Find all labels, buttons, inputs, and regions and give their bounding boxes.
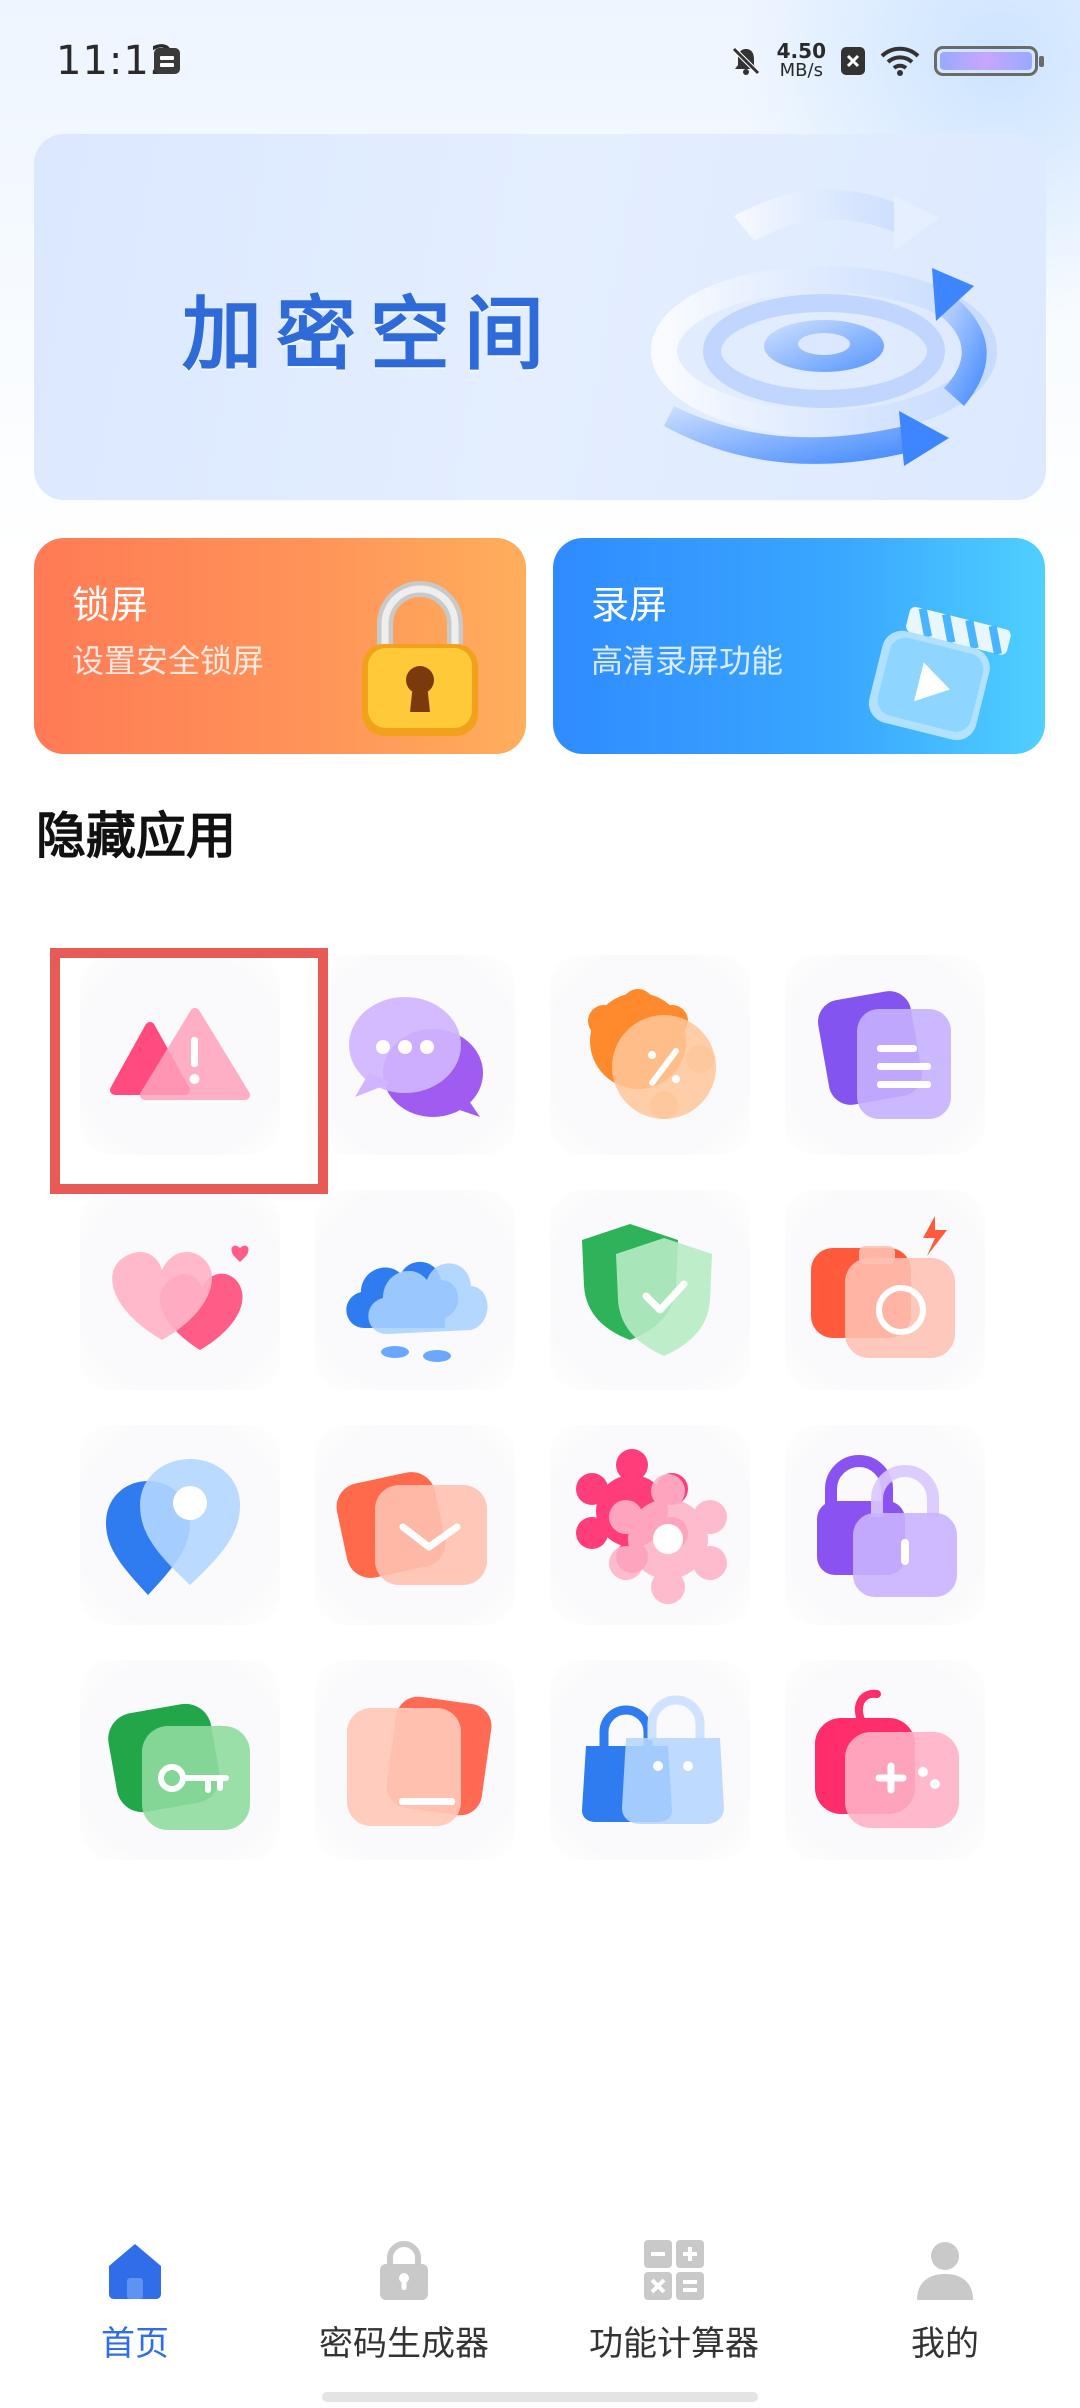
padlock-illustration-icon <box>362 581 478 736</box>
mail-icon <box>336 1472 487 1585</box>
banner-title: 加密空间 <box>182 288 558 381</box>
home-icon <box>109 2244 161 2299</box>
chat-bubble-icon <box>349 997 483 1117</box>
nav-calculator[interactable]: 功能计算器 <box>574 2238 774 2368</box>
app-notes[interactable] <box>785 955 985 1155</box>
shopping-bag-icon <box>582 1695 724 1824</box>
nav-calculator-label: 功能计算器 <box>589 2324 759 2364</box>
app-chat[interactable] <box>315 955 515 1155</box>
app-settings[interactable] <box>550 1425 750 1625</box>
network-speed-unit: MB/s <box>779 60 823 81</box>
bottom-navigation: 首页 密码生成器 功能计算器 我的 <box>0 2218 1080 2408</box>
clapperboard-illustration-icon <box>868 606 1011 741</box>
app-lock[interactable] <box>785 1425 985 1625</box>
encrypted-space-banner[interactable]: 加密空间 <box>34 134 1046 500</box>
hidden-apps-title: 隐藏应用 <box>36 807 236 865</box>
nav-home-label: 首页 <box>101 2324 169 2364</box>
home-indicator[interactable] <box>322 2392 758 2402</box>
location-pin-icon <box>106 1459 240 1595</box>
app-game[interactable] <box>785 1660 985 1860</box>
nav-profile[interactable]: 我的 <box>845 2238 1045 2368</box>
heart-icon <box>112 1245 249 1350</box>
app-location[interactable] <box>80 1425 280 1625</box>
app-camera[interactable] <box>785 1190 985 1390</box>
profile-icon <box>917 2242 973 2300</box>
app-heart[interactable] <box>80 1190 280 1390</box>
wifi-icon <box>880 46 920 76</box>
discount-badge-icon <box>588 989 716 1119</box>
network-speed-value: 4.50 <box>776 39 826 63</box>
app-mail[interactable] <box>315 1425 515 1625</box>
status-bar: 11:12 4.50 MB/s <box>0 0 1080 126</box>
no-sim-icon <box>841 47 865 75</box>
settings-gear-icon <box>576 1449 727 1604</box>
screen-record-title: 录屏 <box>591 583 668 627</box>
app-cloud[interactable] <box>315 1190 515 1390</box>
sync-rings-illustration-icon <box>651 189 997 466</box>
nav-password-generator-label: 密码生成器 <box>319 2324 489 2364</box>
shield-check-icon <box>582 1224 712 1356</box>
selection-highlight <box>50 948 328 1194</box>
sim-card-icon <box>154 48 180 74</box>
screen-record-card[interactable]: 录屏 高清录屏功能 <box>553 538 1045 754</box>
padlock-icon <box>817 1455 957 1597</box>
notes-icon <box>817 991 951 1119</box>
lock-screen-subtitle: 设置安全锁屏 <box>72 642 265 680</box>
lock-screen-card[interactable]: 锁屏 设置安全锁屏 <box>34 538 526 754</box>
app-security[interactable] <box>550 1190 750 1390</box>
gamepad-icon <box>815 1689 959 1828</box>
lock-icon <box>380 2241 428 2300</box>
lock-screen-title: 锁屏 <box>72 583 149 627</box>
nav-profile-label: 我的 <box>911 2324 979 2364</box>
battery-icon <box>934 46 1044 76</box>
camera-icon <box>811 1216 955 1358</box>
key-icon <box>108 1703 250 1830</box>
screen-record-subtitle: 高清录屏功能 <box>591 642 784 680</box>
app-folder[interactable] <box>315 1660 515 1860</box>
app-key[interactable] <box>80 1660 280 1860</box>
calculator-icon <box>644 2240 704 2300</box>
app-discount[interactable] <box>550 955 750 1155</box>
status-icons: 4.50 MB/s <box>729 36 1044 86</box>
mute-bell-icon <box>731 47 760 75</box>
cloud-icon <box>346 1261 488 1362</box>
folder-icon <box>347 1696 492 1826</box>
nav-home[interactable]: 首页 <box>35 2238 235 2368</box>
nav-password-generator[interactable]: 密码生成器 <box>304 2238 504 2368</box>
app-shopping[interactable] <box>550 1660 750 1860</box>
network-speed: 4.50 MB/s <box>777 41 826 81</box>
